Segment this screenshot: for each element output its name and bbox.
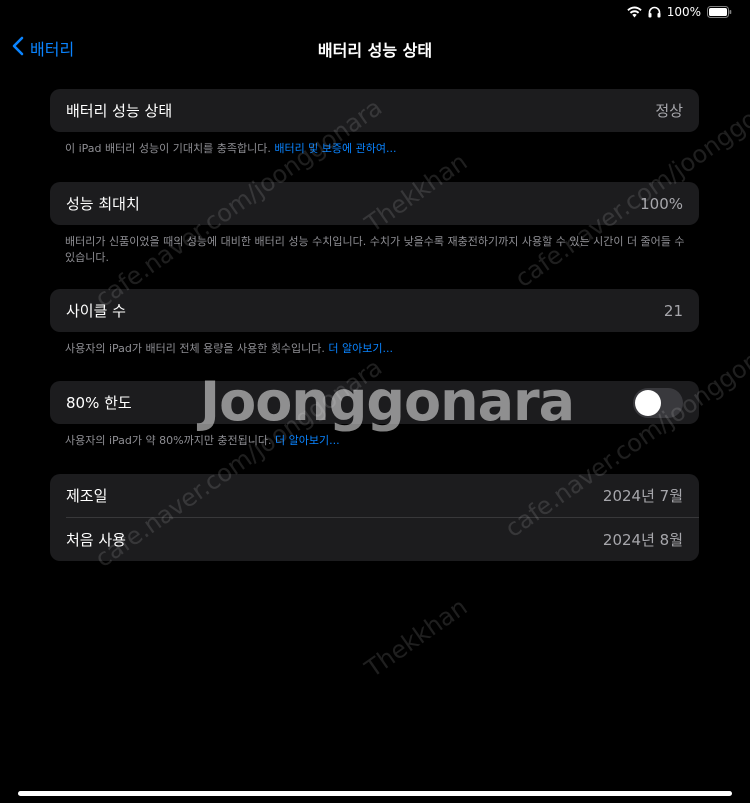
first-use-value: 2024년 8월 [602, 531, 683, 549]
wifi-icon [626, 6, 642, 18]
battery-health-footnote-text: 이 iPad 배터리 성능이 기대치를 충족합니다. [65, 142, 271, 155]
cycle-count-learn-more-link[interactable]: 더 알아보기... [328, 342, 393, 355]
joonggonara-watermark: Joonggonara [200, 370, 575, 433]
battery-percentage: 100% [666, 5, 701, 19]
battery-icon [707, 6, 732, 18]
battery-health-value: 정상 [655, 102, 683, 120]
cycle-count-row: 사이클 수 21 [50, 289, 699, 332]
page-title: 배터리 성능 상태 [317, 41, 433, 60]
home-indicator [18, 791, 732, 796]
cycle-count-group: 사이클 수 21 [50, 289, 699, 332]
battery-health-footnote: 이 iPad 배터리 성능이 기대치를 충족합니다. 배터리 및 보증에 관하여… [65, 141, 685, 157]
limit-80-footnote: 사용자의 iPad가 약 80%까지만 충전됩니다. 더 알아보기... [65, 433, 685, 449]
battery-health-label: 배터리 성능 상태 [66, 102, 173, 120]
limit-80-label: 80% 한도 [66, 394, 132, 412]
cycle-count-value: 21 [663, 301, 683, 320]
manufacture-date-label: 제조일 [66, 487, 108, 505]
manufacture-date-value: 2024년 7월 [602, 487, 683, 505]
cycle-count-footnote: 사용자의 iPad가 배터리 전체 용량을 사용한 횟수입니다. 더 알아보기.… [65, 341, 685, 357]
max-capacity-label: 성능 최대치 [66, 195, 140, 213]
user-watermark: Thekkhan [360, 592, 473, 683]
navigation-bar: 배터리 배터리 성능 상태 [0, 32, 750, 64]
cycle-count-footnote-text: 사용자의 iPad가 배터리 전체 용량을 사용한 횟수입니다. [65, 342, 325, 355]
status-bar: 100% [626, 4, 732, 20]
headphones-icon [648, 6, 661, 18]
